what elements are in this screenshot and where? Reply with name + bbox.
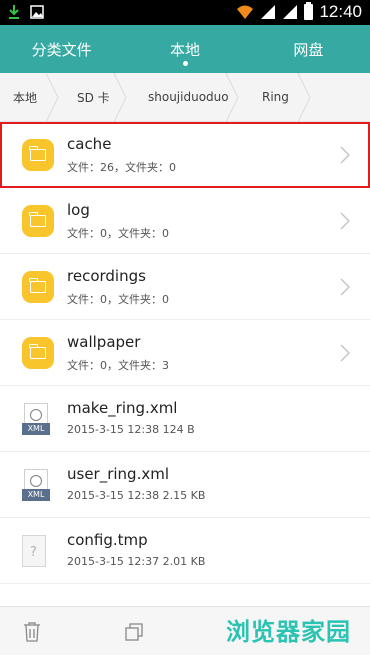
- trash-icon[interactable]: [22, 621, 42, 643]
- download-icon: [9, 5, 19, 19]
- image-icon: [30, 5, 44, 19]
- tab-label: 分类文件: [31, 40, 92, 59]
- status-time: 12:40: [319, 2, 362, 21]
- folder-icon: [22, 205, 54, 237]
- breadcrumb-label: shoujiduoduo: [148, 90, 229, 104]
- breadcrumb-item-sd-card[interactable]: SD 卡: [60, 72, 128, 122]
- breadcrumb: 本地 SD 卡 shoujiduoduo Ring: [0, 72, 370, 122]
- battery-icon: [304, 2, 314, 20]
- chevron-right-icon: [340, 146, 350, 164]
- file-info: 文件：0，文件夹：0: [67, 293, 169, 306]
- watermark: 浏览器家园: [226, 618, 351, 646]
- file-info: 2015-3-15 12:38 2.15 KB: [67, 489, 206, 502]
- list-item-file[interactable]: XML make_ring.xml 2015-3-15 12:38 124 B: [0, 386, 370, 452]
- active-tab-indicator: [182, 61, 188, 66]
- folder-icon: [22, 337, 54, 369]
- chevron-right-icon: [225, 72, 239, 122]
- breadcrumb-item-shoujiduoduo[interactable]: shoujiduoduo: [128, 72, 240, 122]
- xml-file-icon: XML: [22, 469, 54, 501]
- file-name: wallpaper: [67, 333, 141, 351]
- signal-2-icon: [283, 5, 298, 19]
- xml-tag: XML: [22, 423, 50, 435]
- tab-categories[interactable]: 分类文件: [0, 25, 123, 73]
- unknown-glyph: ?: [30, 545, 37, 560]
- copy-icon[interactable]: [124, 621, 144, 643]
- breadcrumb-label: Ring: [262, 90, 289, 104]
- tab-cloud-drive[interactable]: 网盘: [247, 25, 370, 73]
- file-info: 文件：0，文件夹：0: [67, 227, 169, 240]
- file-info: 2015-3-15 12:37 2.01 KB: [67, 555, 206, 568]
- unknown-file-icon: ?: [22, 535, 54, 567]
- chevron-right-icon: [340, 344, 350, 362]
- wifi-icon: [237, 5, 254, 19]
- tab-label: 网盘: [293, 40, 324, 59]
- file-info: 文件：0，文件夹：3: [67, 359, 169, 372]
- status-bar: 12:40: [0, 0, 370, 25]
- file-name: recordings: [67, 267, 146, 285]
- folder-icon: [22, 271, 54, 303]
- chevron-right-icon: [340, 212, 350, 230]
- file-name: make_ring.xml: [67, 399, 178, 417]
- list-item-file[interactable]: ? config.tmp 2015-3-15 12:37 2.01 KB: [0, 518, 370, 584]
- list-item-folder[interactable]: cache 文件：26，文件夹：0: [0, 122, 370, 188]
- list-item-folder[interactable]: recordings 文件：0，文件夹：0: [0, 254, 370, 320]
- folder-icon: [22, 139, 54, 171]
- chevron-right-icon: [45, 72, 59, 122]
- list-item-folder[interactable]: wallpaper 文件：0，文件夹：3: [0, 320, 370, 386]
- chevron-right-icon: [297, 72, 311, 122]
- file-list: cache 文件：26，文件夹：0 log 文件：0，文件夹：0 recordi…: [0, 122, 370, 584]
- signal-1-icon: [261, 5, 276, 19]
- file-info: 文件：26，文件夹：0: [67, 161, 176, 174]
- breadcrumb-label: 本地: [13, 90, 38, 105]
- breadcrumb-label: SD 卡: [77, 90, 110, 105]
- tab-local[interactable]: 本地: [123, 25, 246, 73]
- xml-file-icon: XML: [22, 403, 54, 435]
- breadcrumb-item-local[interactable]: 本地: [0, 72, 60, 122]
- file-name: user_ring.xml: [67, 465, 170, 483]
- file-name: log: [67, 201, 90, 219]
- breadcrumb-item-ring[interactable]: Ring: [240, 72, 312, 122]
- top-tab-bar: 分类文件 本地 网盘: [0, 25, 370, 73]
- chevron-right-icon: [340, 278, 350, 296]
- file-info: 2015-3-15 12:38 124 B: [67, 423, 195, 436]
- tab-label: 本地: [169, 40, 200, 59]
- file-name: config.tmp: [67, 531, 148, 549]
- xml-tag: XML: [22, 489, 50, 501]
- chevron-right-icon: [113, 72, 127, 122]
- file-name: cache: [67, 135, 112, 153]
- list-item-file[interactable]: XML user_ring.xml 2015-3-15 12:38 2.15 K…: [0, 452, 370, 518]
- list-item-folder[interactable]: log 文件：0，文件夹：0: [0, 188, 370, 254]
